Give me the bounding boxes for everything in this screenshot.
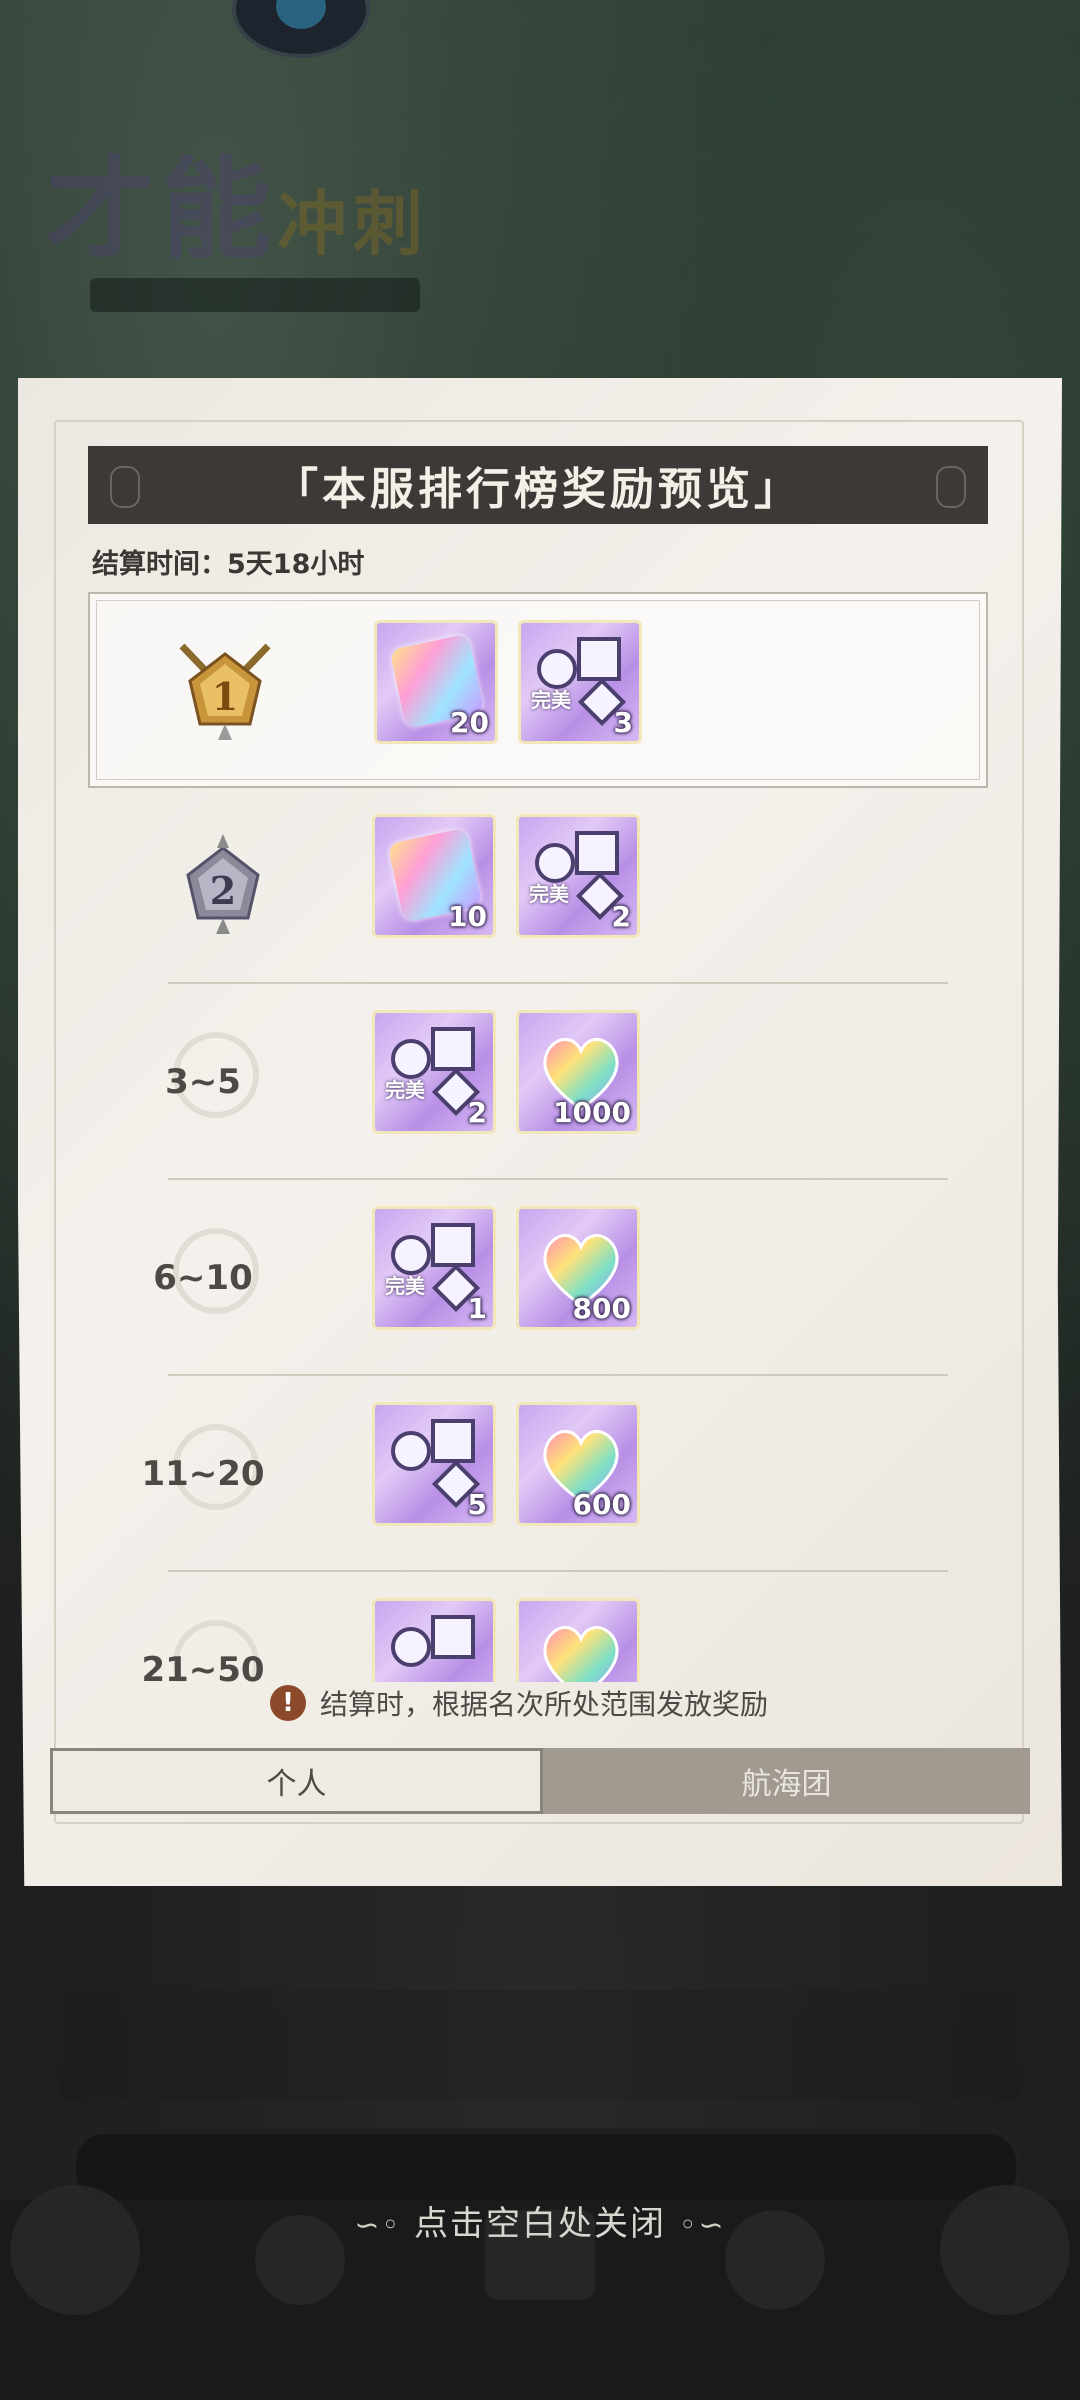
settle-time: 结算时间：5天18小时 (92, 542, 364, 581)
item-quantity: 800 (572, 1292, 631, 1325)
reward-item[interactable]: 5 (372, 1402, 496, 1526)
item-quantity: 10 (448, 900, 487, 933)
reward-item[interactable]: 完美 2 (372, 1010, 496, 1134)
gold-medal-icon: 1 (179, 643, 271, 740)
reward-item[interactable]: 10 (372, 814, 496, 938)
ranking-tabs: 个人 航海团 (50, 1748, 1030, 1814)
item-quantity: 2 (467, 1096, 487, 1129)
reward-item[interactable] (516, 1598, 640, 1682)
reward-row: 2 10 完美 2 (88, 788, 988, 984)
reward-row: 1 20 完美 3 (88, 592, 988, 788)
reward-list[interactable]: 1 20 完美 3 2 10 完美 2 3~5 完美 2 1000 6~10 完… (88, 592, 988, 1682)
settle-time-label: 结算时间： (92, 549, 227, 580)
close-hint-text: 点击空白处关闭 (414, 2204, 666, 2244)
close-hint[interactable]: ∽◦ 点击空白处关闭 ◦∽ (0, 2196, 1080, 2245)
rank-label: 3~5 (165, 1062, 241, 1102)
rank-label: 1 (212, 674, 238, 719)
item-quantity: 3 (613, 706, 633, 739)
reward-item[interactable]: 20 (374, 620, 498, 744)
reward-row: 21~50 (88, 1572, 988, 1682)
swirl-right-icon: ◦∽ (678, 2208, 726, 2243)
rank-label: 2 (210, 868, 236, 913)
panel-title: 「本服排行榜奖励预览」 (274, 464, 802, 515)
rank-label: 21~50 (141, 1650, 265, 1682)
reward-row: 11~20 5 600 (88, 1376, 988, 1572)
badge-icon (391, 1615, 475, 1667)
item-quality-label: 完美 (385, 1078, 425, 1102)
reward-item[interactable] (372, 1598, 496, 1682)
silver-medal-icon: 2 (186, 834, 260, 934)
item-quantity: 20 (450, 706, 489, 739)
item-quality-label: 完美 (529, 882, 569, 906)
settle-time-value: 5天18小时 (227, 549, 365, 580)
item-quality-label: 完美 (385, 1274, 425, 1298)
exclamation-icon: ! (270, 1685, 306, 1721)
reward-row: 6~10 完美 1 800 (88, 1180, 988, 1376)
item-quantity: 1000 (553, 1096, 631, 1129)
title-ornament-left (110, 466, 140, 508)
item-quality-label: 完美 (531, 688, 571, 712)
reward-item[interactable]: 完美 1 (372, 1206, 496, 1330)
item-quantity: 2 (611, 900, 631, 933)
reward-item[interactable]: 800 (516, 1206, 640, 1330)
notice-text: 结算时，根据名次所处范围发放奖励 (320, 1688, 769, 1721)
reward-item[interactable]: 600 (516, 1402, 640, 1526)
panel-title-bar: 「本服排行榜奖励预览」 (88, 446, 988, 524)
swirl-left-icon: ∽◦ (354, 2208, 402, 2243)
reward-item[interactable]: 完美 2 (516, 814, 640, 938)
reward-item[interactable]: 完美 3 (518, 620, 642, 744)
settle-notice: ! 结算时，根据名次所处范围发放奖励 (270, 1683, 768, 1723)
rainbow-heart-gem-icon (543, 1626, 619, 1682)
reward-item[interactable]: 1000 (516, 1010, 640, 1134)
item-quantity: 1 (467, 1292, 487, 1325)
item-quantity: 600 (572, 1488, 631, 1521)
item-quantity: 5 (467, 1488, 487, 1521)
rank-label: 11~20 (141, 1454, 265, 1494)
rainbow-puzzle-icon (389, 633, 485, 729)
title-ornament-right (936, 466, 966, 508)
perfect-badge-icon (537, 637, 627, 727)
reward-row: 3~5 完美 2 1000 (88, 984, 988, 1180)
tab-guild[interactable]: 航海团 (543, 1748, 1030, 1814)
rank-label: 6~10 (153, 1258, 253, 1298)
tab-personal[interactable]: 个人 (50, 1748, 543, 1814)
